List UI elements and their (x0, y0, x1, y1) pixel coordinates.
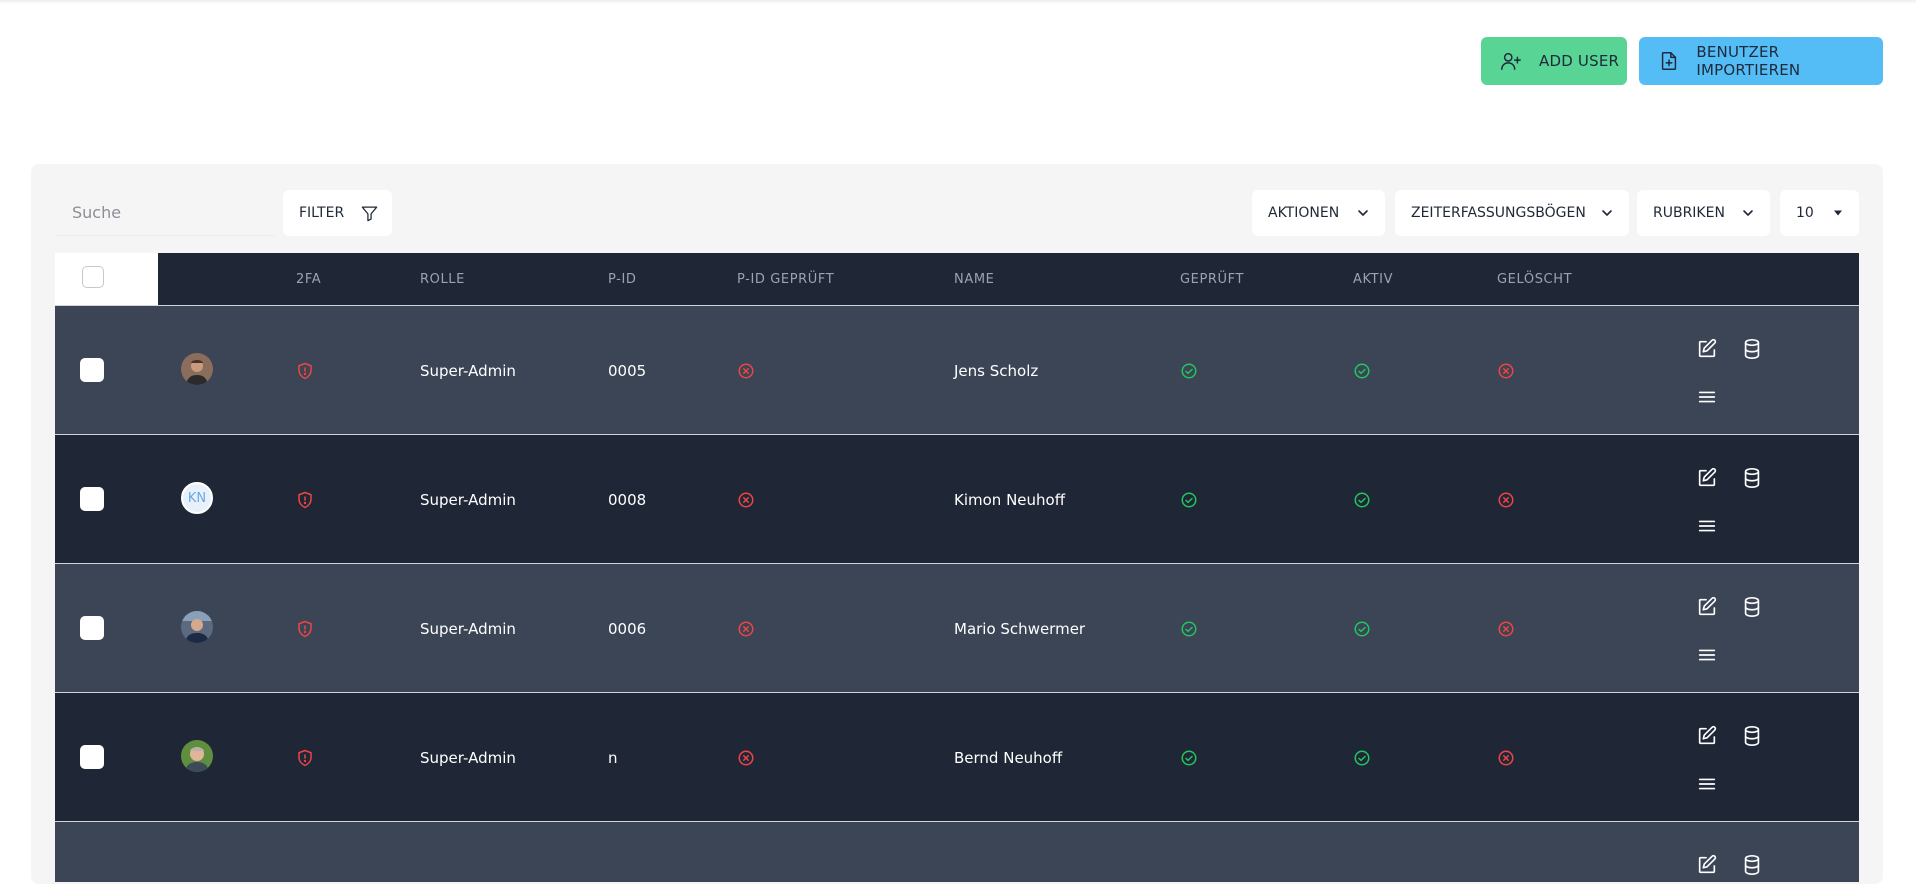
pid-cell: n (608, 749, 618, 767)
role-cell: Super-Admin (420, 620, 516, 638)
check-circle-icon (1181, 750, 1197, 766)
col-pid[interactable]: P-ID (608, 272, 637, 287)
columns-dropdown[interactable]: RUBRIKEN (1637, 190, 1770, 236)
check-circle-icon (1181, 621, 1197, 637)
name-cell: Bernd Neuhoff (954, 749, 1063, 767)
filter-button[interactable]: FILTER (283, 190, 392, 236)
users-table: 2FA ROLLE P-ID P-ID GEPRÜFT NAME GEPRÜFT… (55, 253, 1859, 882)
chevron-down-icon (1358, 210, 1368, 216)
table-row (55, 821, 1859, 882)
avatar (181, 611, 213, 643)
timesheets-label: ZEITERFASSUNGSBÖGEN (1411, 205, 1586, 221)
col-pid-checked[interactable]: P-ID GEPRÜFT (737, 272, 834, 287)
table-row: Super-Admin n Bernd Neuhoff (55, 692, 1859, 821)
row-checkbox[interactable] (80, 745, 104, 769)
shield-alert-icon (298, 749, 312, 767)
edit-icon[interactable] (1696, 338, 1718, 360)
avatar (181, 740, 213, 772)
row-checkbox[interactable] (80, 616, 104, 640)
row-checkbox[interactable] (80, 358, 104, 382)
actions-dropdown[interactable]: AKTIONEN (1252, 190, 1385, 236)
check-circle-icon (1181, 363, 1197, 379)
x-circle-icon (1498, 492, 1514, 508)
x-circle-icon (1498, 621, 1514, 637)
pid-cell: 0005 (608, 362, 647, 380)
select-all-cell (55, 253, 158, 305)
role-cell: Super-Admin (420, 491, 516, 509)
check-circle-icon (1354, 492, 1370, 508)
col-checked[interactable]: GEPRÜFT (1180, 272, 1244, 287)
add-user-button[interactable]: ADD USER (1481, 37, 1627, 85)
menu-icon[interactable] (1696, 515, 1718, 537)
x-circle-icon (738, 750, 754, 766)
menu-icon[interactable] (1696, 773, 1718, 795)
col-role[interactable]: ROLLE (420, 272, 465, 287)
caret-down-icon (1834, 210, 1842, 216)
pid-cell: 0006 (608, 620, 647, 638)
chevron-down-icon (1602, 210, 1612, 216)
select-all-checkbox[interactable] (82, 266, 104, 288)
database-icon[interactable] (1741, 725, 1763, 747)
row-checkbox[interactable] (80, 487, 104, 511)
chevron-down-icon (1743, 210, 1753, 216)
col-active[interactable]: AKTIV (1353, 272, 1393, 287)
search-input[interactable] (55, 190, 275, 236)
import-users-label: BENUTZER IMPORTIEREN (1696, 43, 1801, 79)
check-circle-icon (1354, 621, 1370, 637)
menu-icon[interactable] (1696, 386, 1718, 408)
filter-label: FILTER (299, 205, 345, 221)
x-circle-icon (1498, 750, 1514, 766)
edit-icon[interactable] (1696, 854, 1718, 876)
check-circle-icon (1354, 363, 1370, 379)
import-users-button[interactable]: BENUTZER IMPORTIEREN (1639, 37, 1883, 85)
role-cell: Super-Admin (420, 749, 516, 767)
actions-label: AKTIONEN (1268, 205, 1340, 221)
edit-icon[interactable] (1696, 467, 1718, 489)
shield-alert-icon (298, 620, 312, 638)
x-circle-icon (1498, 363, 1514, 379)
shield-alert-icon (298, 362, 312, 380)
database-icon[interactable] (1741, 338, 1763, 360)
add-user-label: ADD USER (1539, 52, 1620, 70)
col-deleted[interactable]: GELÖSCHT (1497, 272, 1572, 287)
name-cell: Jens Scholz (954, 362, 1039, 380)
name-cell: Kimon Neuhoff (954, 491, 1066, 509)
col-name[interactable]: NAME (954, 272, 994, 287)
table-row: KN Super-Admin 0008 Kimon Neuhoff (55, 434, 1859, 563)
avatar (181, 353, 213, 385)
col-2fa[interactable]: 2FA (296, 272, 321, 287)
avatar: KN (181, 482, 213, 514)
check-circle-icon (1354, 750, 1370, 766)
name-cell: Mario Schwermer (954, 620, 1086, 638)
pid-cell: 0008 (608, 491, 647, 509)
user-plus-icon (1499, 49, 1523, 73)
table-row: Super-Admin 0005 Jens Scholz (55, 305, 1859, 434)
role-cell: Super-Admin (420, 362, 516, 380)
shield-alert-icon (298, 491, 312, 509)
timesheets-dropdown[interactable]: ZEITERFASSUNGSBÖGEN (1395, 190, 1629, 236)
top-bar-shadow (0, 0, 1916, 4)
x-circle-icon (738, 621, 754, 637)
menu-icon[interactable] (1696, 644, 1718, 666)
database-icon[interactable] (1741, 467, 1763, 489)
table-header: 2FA ROLLE P-ID P-ID GEPRÜFT NAME GEPRÜFT… (55, 253, 1859, 305)
table-row: Super-Admin 0006 Mario Schwermer (55, 563, 1859, 692)
avatar-initials: KN (187, 490, 207, 506)
per-page-value: 10 (1796, 205, 1814, 221)
edit-icon[interactable] (1696, 725, 1718, 747)
x-circle-icon (738, 363, 754, 379)
database-icon[interactable] (1741, 596, 1763, 618)
per-page-select[interactable]: 10 (1780, 190, 1859, 236)
database-icon[interactable] (1741, 854, 1763, 876)
edit-icon[interactable] (1696, 596, 1718, 618)
x-circle-icon (738, 492, 754, 508)
funnel-icon (361, 206, 378, 222)
file-plus-icon (1657, 49, 1680, 73)
columns-label: RUBRIKEN (1653, 205, 1725, 221)
check-circle-icon (1181, 492, 1197, 508)
